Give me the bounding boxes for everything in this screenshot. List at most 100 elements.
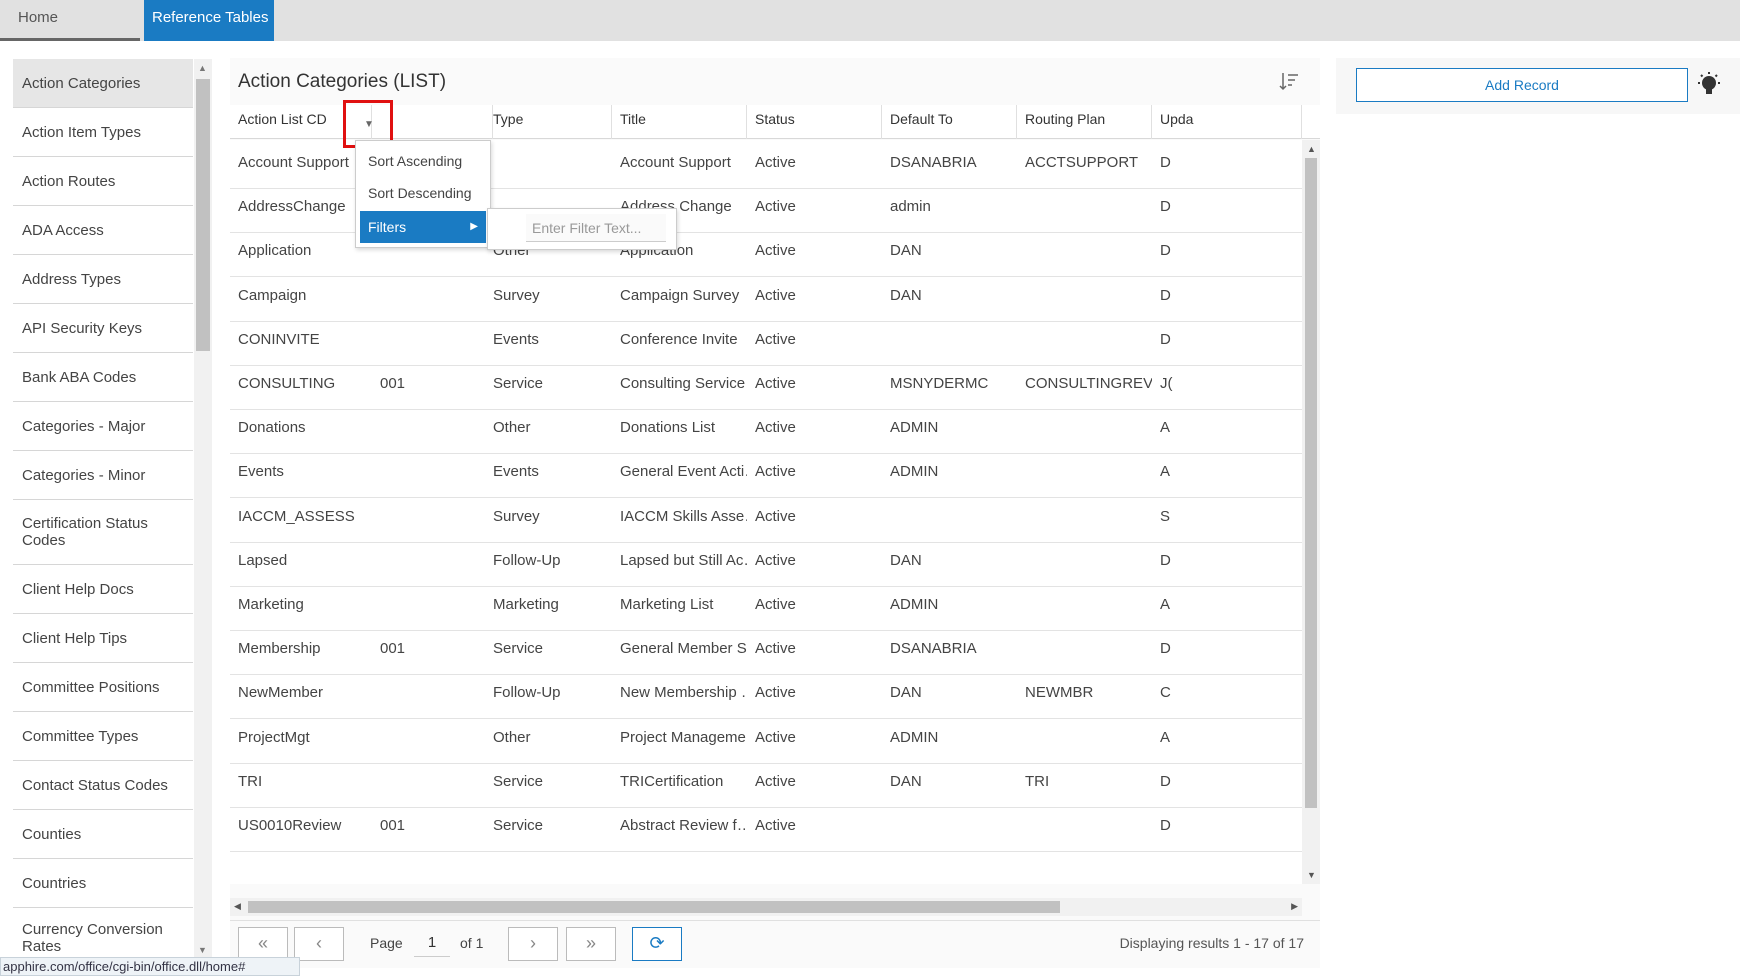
table-cell: Survey — [493, 507, 540, 525]
filters-item[interactable]: Filters ▶ — [360, 211, 486, 243]
table-cell — [1017, 582, 1152, 631]
last-page-button[interactable]: » — [566, 927, 616, 961]
scroll-down-icon[interactable]: ▼ — [198, 945, 207, 955]
column-header[interactable]: Type — [485, 105, 612, 139]
sidebar-item[interactable]: Categories - Minor — [13, 451, 193, 500]
table-cell — [1017, 228, 1152, 277]
sidebar-item[interactable]: Certification Status Codes — [13, 500, 193, 565]
table-row[interactable]: Membership 001 Service General Member S… Act… — [230, 626, 1302, 676]
column-header[interactable]: Upda — [1152, 105, 1302, 139]
table-cell: Events — [493, 330, 539, 348]
table-cell: DAN — [890, 772, 922, 790]
table-cell: General Member S… — [620, 640, 747, 658]
table-cell — [372, 317, 485, 366]
table-cell: IACCM Skills Asse… — [620, 507, 747, 525]
column-header[interactable]: Title — [612, 105, 747, 139]
prev-page-button[interactable]: ‹ — [294, 927, 344, 961]
sidebar-item[interactable]: ADA Access — [13, 206, 193, 255]
refresh-button[interactable]: ⟳ — [632, 927, 682, 961]
table-cell: Active — [755, 286, 796, 304]
sort-descending-item[interactable]: Sort Descending — [356, 177, 490, 209]
sidebar-item[interactable]: Action Categories — [13, 59, 193, 108]
table-cell: Account Support — [620, 154, 731, 171]
grid-body: Account Support Account Support Active DSAN… — [230, 140, 1302, 884]
sort-icon[interactable] — [1278, 70, 1300, 92]
table-cell: D — [1160, 772, 1171, 790]
sidebar-item[interactable]: Bank ABA Codes — [13, 353, 193, 402]
grid-horizontal-scrollbar[interactable]: ◀ ▶ — [230, 898, 1302, 916]
tab-home[interactable]: Home — [0, 0, 140, 41]
add-record-button[interactable]: Add Record — [1356, 68, 1688, 102]
grid-vertical-thumb[interactable] — [1305, 158, 1317, 808]
table-cell — [372, 449, 485, 498]
sidebar-item[interactable]: Categories - Major — [13, 402, 193, 451]
lightbulb-icon[interactable] — [1694, 70, 1724, 100]
table-cell: CONINVITE — [238, 330, 320, 348]
table-row[interactable]: Events Events General Event Acti… Active ADM… — [230, 449, 1302, 499]
sidebar-item[interactable]: Currency Conversion Rates — [13, 908, 193, 959]
sidebar-item[interactable]: API Security Keys — [13, 304, 193, 353]
next-page-button[interactable]: › — [508, 927, 558, 961]
table-cell: Service — [493, 817, 544, 834]
column-header[interactable]: Default To — [882, 105, 1017, 139]
sidebar-item[interactable]: Counties — [13, 810, 193, 859]
column-header[interactable]: Status — [747, 105, 882, 139]
sidebar-scroll-thumb[interactable] — [196, 79, 210, 351]
table-cell: Active — [755, 817, 796, 834]
grid-vertical-scrollbar[interactable]: ▲ ▼ — [1302, 140, 1320, 884]
table-cell: AddressChange — [238, 198, 346, 216]
table-cell — [1017, 317, 1152, 366]
table-row[interactable]: Lapsed Follow-Up Lapsed but Still Ac… Activ… — [230, 538, 1302, 587]
table-row[interactable]: Marketing Marketing Marketing List Active AD… — [230, 582, 1302, 631]
table-row[interactable]: Campaign Survey Campaign Survey Active DAN D — [230, 273, 1302, 322]
table-cell: Active — [755, 419, 796, 437]
column-header[interactable]: Routing Plan — [1017, 105, 1152, 139]
sidebar-scrollbar[interactable]: ▲ ▼ — [194, 59, 212, 959]
table-cell — [882, 803, 1017, 852]
sidebar-item[interactable]: Countries — [13, 859, 193, 908]
table-row[interactable]: ProjectMgt Other Project Manageme… Active AD… — [230, 715, 1302, 764]
table-row[interactable]: NewMember Follow-Up New Membership … Active… — [230, 670, 1302, 720]
table-row[interactable]: TRI Service TRICertification Active DAN TRI D — [230, 759, 1302, 808]
first-page-button[interactable]: « — [238, 927, 288, 961]
table-cell: Active — [755, 463, 796, 481]
table-cell: Marketing List — [620, 596, 714, 613]
status-url: apphire.com/office/cgi-bin/office.dll/ho… — [0, 957, 300, 976]
table-cell: Membership — [238, 640, 321, 658]
scroll-down-icon[interactable]: ▼ — [1307, 870, 1316, 880]
scroll-right-icon[interactable]: ▶ — [1291, 901, 1298, 912]
scroll-left-icon[interactable]: ◀ — [234, 901, 241, 912]
table-row[interactable]: Donations Other Donations List Active ADMIN A — [230, 405, 1302, 455]
table-row[interactable]: CONINVITE Events Conference Invite Active D — [230, 317, 1302, 366]
filter-submenu — [487, 208, 677, 250]
table-row[interactable]: US0010Review 001 Service Abstract Review f…… — [230, 803, 1302, 852]
sidebar-item[interactable]: Action Routes — [13, 157, 193, 206]
table-cell: TRI — [238, 772, 263, 790]
table-cell: A — [1160, 728, 1171, 746]
table-cell: Conference Invite — [620, 330, 738, 348]
table-cell: D — [1160, 154, 1171, 171]
sort-ascending-item[interactable]: Sort Ascending — [356, 145, 490, 177]
sidebar-item[interactable]: Client Help Docs — [13, 565, 193, 614]
sidebar-item[interactable]: Contact Status Codes — [13, 761, 193, 810]
sidebar-item[interactable]: Client Help Tips — [13, 614, 193, 663]
sidebar-item[interactable]: Committee Positions — [13, 663, 193, 712]
scroll-up-icon[interactable]: ▲ — [1307, 144, 1316, 154]
table-cell — [1017, 494, 1152, 543]
sidebar-item[interactable]: Action Item Types — [13, 108, 193, 157]
sidebar-item[interactable]: Committee Types — [13, 712, 193, 761]
table-cell — [1017, 803, 1152, 852]
tab-reference-tables[interactable]: Reference Tables — [144, 0, 274, 41]
scroll-up-icon[interactable]: ▲ — [198, 63, 207, 73]
filter-text-input[interactable] — [526, 214, 666, 242]
table-cell: Active — [755, 596, 796, 613]
page-number-input[interactable] — [414, 929, 450, 957]
table-cell — [1017, 184, 1152, 233]
grid-horizontal-thumb[interactable] — [248, 901, 1060, 913]
table-cell: Events — [493, 463, 539, 481]
sidebar-item[interactable]: Address Types — [13, 255, 193, 304]
submenu-caret-icon: ▶ — [470, 221, 478, 232]
top-tab-bar: Home Reference Tables — [0, 0, 1740, 41]
table-row[interactable]: IACCM_ASSESS Survey IACCM Skills Asse… Acti… — [230, 494, 1302, 543]
table-row[interactable]: CONSULTING 001 Service Consulting Service… A… — [230, 361, 1302, 410]
